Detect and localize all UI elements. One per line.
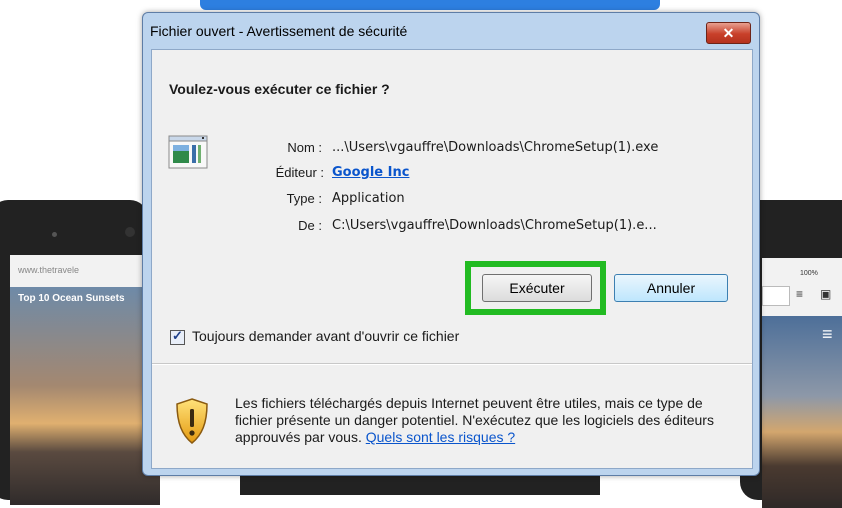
device-screen: www.thetravele Top 10 Ocean Sunsets	[10, 255, 160, 505]
cancel-button[interactable]: Annuler	[614, 274, 728, 302]
name-label: Nom :	[287, 140, 322, 155]
dialog-body: Voulez-vous exécuter ce fichier ? Nom : …	[151, 49, 753, 469]
divider-highlight	[152, 364, 752, 365]
dialog-question: Voulez-vous exécuter ce fichier ?	[169, 81, 390, 97]
menu-icon: ≡	[796, 287, 804, 301]
security-shield-icon	[176, 398, 208, 444]
risks-link[interactable]: Quels sont les risques ?	[366, 429, 515, 445]
always-ask-checkbox[interactable]: ✓	[170, 328, 185, 345]
from-value: C:\Users\vgauffre\Downloads\ChromeSetup(…	[332, 218, 657, 233]
device-url-text: www.thetravele	[18, 265, 80, 275]
device-address-input	[762, 286, 790, 306]
close-button[interactable]: ✕	[706, 22, 751, 44]
device-top-bar: 100% ≡ ▣	[762, 258, 842, 316]
device-hero-title: Top 10 Ocean Sunsets	[18, 293, 125, 304]
name-value: ...\Users\vgauffre\Downloads\ChromeSetup…	[332, 140, 659, 155]
device-screen: 100% ≡ ▣ ≡	[762, 258, 842, 508]
device-zoom-level: 100%	[800, 270, 818, 277]
dialog-titlebar[interactable]: Fichier ouvert - Avertissement de sécuri…	[143, 13, 759, 48]
type-label: Type :	[286, 191, 322, 206]
application-file-icon	[168, 135, 208, 169]
background-blue-bar	[200, 0, 660, 10]
device-camera	[52, 232, 57, 237]
background-device-bottom	[240, 475, 600, 495]
checkmark-icon: ✓	[172, 328, 183, 343]
run-button[interactable]: Exécuter	[482, 274, 592, 302]
security-warning-dialog: Fichier ouvert - Avertissement de sécuri…	[142, 12, 760, 476]
always-ask-label[interactable]: Toujours demander avant d'ouvrir ce fich…	[192, 328, 459, 344]
device-hero-image: ≡	[762, 316, 842, 508]
device-url-bar: www.thetravele	[10, 255, 160, 287]
publisher-link[interactable]: Google Inc	[332, 165, 409, 180]
dialog-title: Fichier ouvert - Avertissement de sécuri…	[150, 23, 408, 39]
type-value: Application	[332, 191, 405, 206]
from-label: De :	[298, 218, 322, 233]
device-sensor	[125, 227, 135, 237]
publisher-label: Éditeur :	[275, 165, 324, 180]
background-tablet-left: www.thetravele Top 10 Ocean Sunsets	[0, 200, 160, 505]
tabs-icon: ▣	[820, 287, 832, 301]
hamburger-icon: ≡	[822, 324, 833, 344]
device-hero-image: Top 10 Ocean Sunsets	[10, 287, 160, 505]
warning-message: Les fichiers téléchargés depuis Internet…	[235, 395, 735, 446]
close-icon: ✕	[722, 25, 735, 41]
